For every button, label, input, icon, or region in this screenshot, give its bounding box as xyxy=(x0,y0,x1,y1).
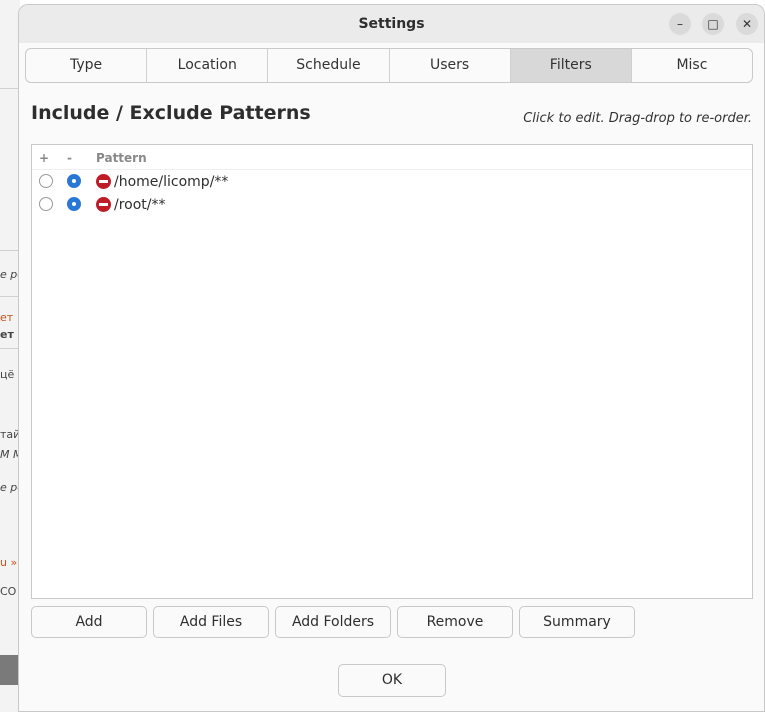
remove-button[interactable]: Remove xyxy=(397,606,513,638)
pattern-value[interactable]: /root/** xyxy=(114,197,166,213)
minimize-icon[interactable]: – xyxy=(669,13,691,35)
pattern-column-header[interactable]: Pattern xyxy=(96,151,147,165)
include-column-header[interactable]: + xyxy=(39,151,49,165)
tab-filters[interactable]: Filters xyxy=(510,49,632,82)
exclude-radio[interactable] xyxy=(67,174,81,188)
exclude-radio[interactable] xyxy=(67,197,81,211)
exclude-column-header[interactable]: - xyxy=(67,151,72,165)
pattern-row[interactable]: /root/** xyxy=(32,194,752,216)
tab-location[interactable]: Location xyxy=(147,49,269,82)
pattern-list[interactable]: + - Pattern /home/licomp/** /root/** xyxy=(31,144,753,599)
background-text: тай xyxy=(0,428,20,441)
summary-button[interactable]: Summary xyxy=(519,606,635,638)
background-text: ет xyxy=(0,311,14,324)
pattern-value[interactable]: /home/licomp/** xyxy=(114,174,228,190)
background-panel xyxy=(0,655,20,685)
settings-dialog: Settings – □ ✕ Type Location Schedule Us… xyxy=(18,4,765,712)
include-radio[interactable] xyxy=(39,174,53,188)
background-text: цё xyxy=(0,368,15,381)
tab-users[interactable]: Users xyxy=(390,49,511,82)
add-folders-button[interactable]: Add Folders xyxy=(275,606,391,638)
tab-bar: Type Location Schedule Users Filters Mis… xyxy=(25,48,753,83)
section-heading: Include / Exclude Patterns xyxy=(31,102,311,124)
background-text: М М xyxy=(0,448,20,461)
background-divider xyxy=(0,296,20,297)
background-text: CO xyxy=(0,585,17,598)
background-divider xyxy=(0,250,20,251)
pattern-row[interactable]: /home/licomp/** xyxy=(32,171,752,193)
add-button[interactable]: Add xyxy=(31,606,147,638)
window-title: Settings xyxy=(358,16,425,32)
title-bar[interactable]: Settings – □ ✕ xyxy=(19,5,764,43)
background-text: ет г xyxy=(0,328,20,341)
maximize-icon[interactable]: □ xyxy=(702,13,724,35)
tab-type[interactable]: Type xyxy=(26,49,148,82)
include-radio[interactable] xyxy=(39,197,53,211)
minus-circle-icon xyxy=(96,174,111,189)
background-text: е ре xyxy=(0,481,20,494)
edit-hint: Click to edit. Drag-drop to re-order. xyxy=(523,111,752,126)
add-files-button[interactable]: Add Files xyxy=(153,606,269,638)
tab-schedule[interactable]: Schedule xyxy=(268,49,390,82)
background-divider xyxy=(0,348,20,349)
minus-circle-icon xyxy=(96,197,111,212)
tab-misc[interactable]: Misc xyxy=(632,49,752,82)
ok-button[interactable]: OK xyxy=(338,664,446,697)
background-text: u » xyxy=(0,556,18,569)
background-divider xyxy=(0,88,20,89)
close-icon[interactable]: ✕ xyxy=(736,13,758,35)
list-header: + - Pattern xyxy=(32,145,752,170)
background-text: е ре xyxy=(0,268,20,281)
background-window xyxy=(0,0,20,712)
